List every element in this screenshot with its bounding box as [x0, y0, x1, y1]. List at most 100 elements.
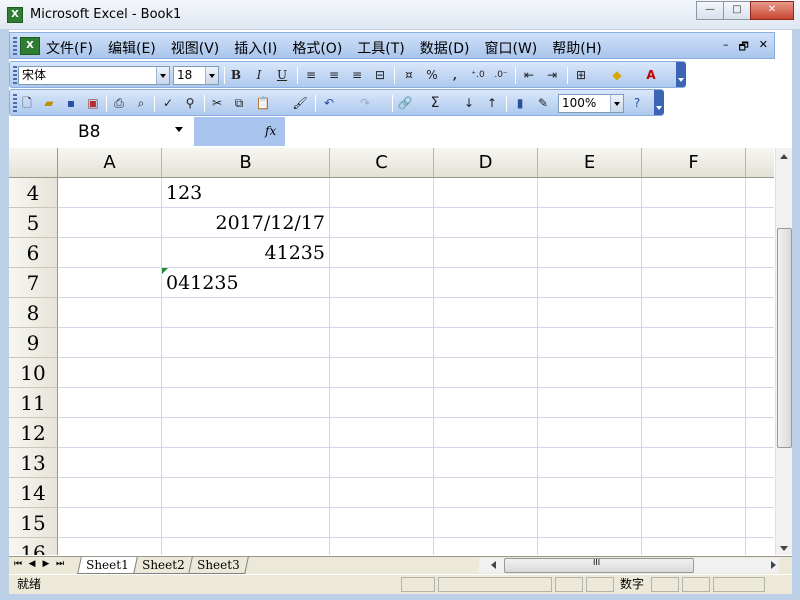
cell-e4[interactable] — [538, 178, 642, 208]
cell-g4[interactable] — [746, 178, 774, 208]
cell-d14[interactable] — [434, 478, 538, 508]
cell-g8[interactable] — [746, 298, 774, 328]
cell-d12[interactable] — [434, 418, 538, 448]
cell-f6[interactable] — [642, 238, 746, 268]
cell-a11[interactable] — [58, 388, 162, 418]
new-document-icon[interactable]: 🗋 — [18, 95, 36, 112]
excel-app-icon[interactable]: X — [7, 7, 23, 23]
cell-b6[interactable]: 41235 — [162, 238, 330, 268]
sheet-tab-sheet3[interactable]: Sheet3 — [188, 557, 249, 574]
permission-icon[interactable]: ▣ — [84, 95, 102, 112]
cell-c5[interactable] — [330, 208, 434, 238]
cell-e10[interactable] — [538, 358, 642, 388]
bold-button[interactable]: B — [227, 67, 245, 84]
next-sheet-icon[interactable]: ▶ — [39, 559, 53, 569]
cell-c8[interactable] — [330, 298, 434, 328]
help-icon[interactable]: ? — [628, 95, 646, 112]
cell-a15[interactable] — [58, 508, 162, 538]
menu-window[interactable]: 窗口(W) — [485, 38, 538, 58]
fill-color-icon[interactable]: ◆ — [608, 67, 626, 84]
cell-g6[interactable] — [746, 238, 774, 268]
toolbar-grip-icon[interactable] — [13, 37, 17, 55]
column-header-c[interactable]: C — [330, 148, 434, 178]
doc-close-button[interactable]: ✕ — [759, 38, 768, 57]
row-header-16[interactable]: 16 — [9, 538, 58, 555]
cell-f9[interactable] — [642, 328, 746, 358]
row-header-13[interactable]: 13 — [9, 448, 58, 478]
cell-f4[interactable] — [642, 178, 746, 208]
cell-e14[interactable] — [538, 478, 642, 508]
cell-b16[interactable] — [162, 538, 330, 555]
cell-g13[interactable] — [746, 448, 774, 478]
minimize-button[interactable]: — — [696, 1, 724, 20]
cell-c11[interactable] — [330, 388, 434, 418]
cell-f11[interactable] — [642, 388, 746, 418]
cell-b8[interactable] — [162, 298, 330, 328]
undo-icon[interactable]: ↶ — [320, 95, 338, 112]
align-center-icon[interactable]: ≡ — [325, 67, 343, 84]
cell-d5[interactable] — [434, 208, 538, 238]
copy-icon[interactable]: ⧉ — [230, 95, 248, 112]
formula-input[interactable] — [285, 117, 784, 146]
chevron-down-icon[interactable] — [175, 127, 183, 132]
sort-descending-icon[interactable]: ↑ — [483, 95, 501, 112]
cell-f15[interactable] — [642, 508, 746, 538]
menu-view[interactable]: 视图(V) — [171, 38, 220, 58]
zoom-select[interactable]: 100% — [558, 94, 624, 113]
horizontal-scroll-thumb[interactable]: III — [504, 558, 694, 573]
cell-f8[interactable] — [642, 298, 746, 328]
column-header-f[interactable]: F — [642, 148, 746, 178]
cell-a12[interactable] — [58, 418, 162, 448]
select-all-corner[interactable] — [9, 148, 58, 178]
print-preview-icon[interactable]: ⌕ — [132, 95, 150, 112]
menu-format[interactable]: 格式(O) — [292, 38, 342, 58]
cell-d8[interactable] — [434, 298, 538, 328]
toolbar-grip-icon[interactable] — [13, 94, 17, 112]
cell-f14[interactable] — [642, 478, 746, 508]
redo-icon[interactable]: ↷ — [356, 95, 374, 112]
menu-file[interactable]: 文件(F) — [46, 38, 93, 58]
column-header-a[interactable]: A — [58, 148, 162, 178]
drawing-icon[interactable]: ✎ — [534, 95, 552, 112]
cell-c15[interactable] — [330, 508, 434, 538]
cell-g14[interactable] — [746, 478, 774, 508]
cell-b4[interactable]: 123 — [162, 178, 330, 208]
align-left-icon[interactable]: ≡ — [302, 67, 320, 84]
row-header-5[interactable]: 5 — [9, 208, 58, 238]
column-header-d[interactable]: D — [434, 148, 538, 178]
row-header-10[interactable]: 10 — [9, 358, 58, 388]
scroll-right-icon[interactable] — [771, 561, 776, 569]
font-color-icon[interactable]: A — [642, 67, 660, 84]
worksheet-grid[interactable]: A B C D E F 4 5 6 7 8 9 10 11 12 13 14 1… — [9, 148, 774, 555]
row-header-4[interactable]: 4 — [9, 178, 58, 208]
cell-c7[interactable] — [330, 268, 434, 298]
cell-b7[interactable]: 041235 — [162, 268, 330, 298]
menu-edit[interactable]: 编辑(E) — [108, 38, 156, 58]
chart-wizard-icon[interactable]: ▮ — [511, 95, 529, 112]
cell-f10[interactable] — [642, 358, 746, 388]
row-header-12[interactable]: 12 — [9, 418, 58, 448]
row-header-6[interactable]: 6 — [9, 238, 58, 268]
cell-e7[interactable] — [538, 268, 642, 298]
cell-a16[interactable] — [58, 538, 162, 555]
cell-e13[interactable] — [538, 448, 642, 478]
cell-g5[interactable] — [746, 208, 774, 238]
cell-d4[interactable] — [434, 178, 538, 208]
cell-f12[interactable] — [642, 418, 746, 448]
font-size-select[interactable]: 18 — [173, 66, 219, 85]
print-icon[interactable]: ⎙ — [110, 95, 128, 112]
scroll-thumb[interactable] — [777, 228, 792, 448]
first-sheet-icon[interactable]: ⏮ — [11, 559, 25, 569]
menu-insert[interactable]: 插入(I) — [234, 38, 277, 58]
cell-b13[interactable] — [162, 448, 330, 478]
cell-c9[interactable] — [330, 328, 434, 358]
row-header-7[interactable]: 7 — [9, 268, 58, 298]
sheet-tab-sheet1[interactable]: Sheet1 — [77, 557, 138, 574]
save-icon[interactable]: ▪ — [62, 95, 80, 112]
cell-d15[interactable] — [434, 508, 538, 538]
cell-a13[interactable] — [58, 448, 162, 478]
cell-e9[interactable] — [538, 328, 642, 358]
cell-c13[interactable] — [330, 448, 434, 478]
chevron-down-icon[interactable] — [205, 67, 218, 84]
cell-c16[interactable] — [330, 538, 434, 555]
